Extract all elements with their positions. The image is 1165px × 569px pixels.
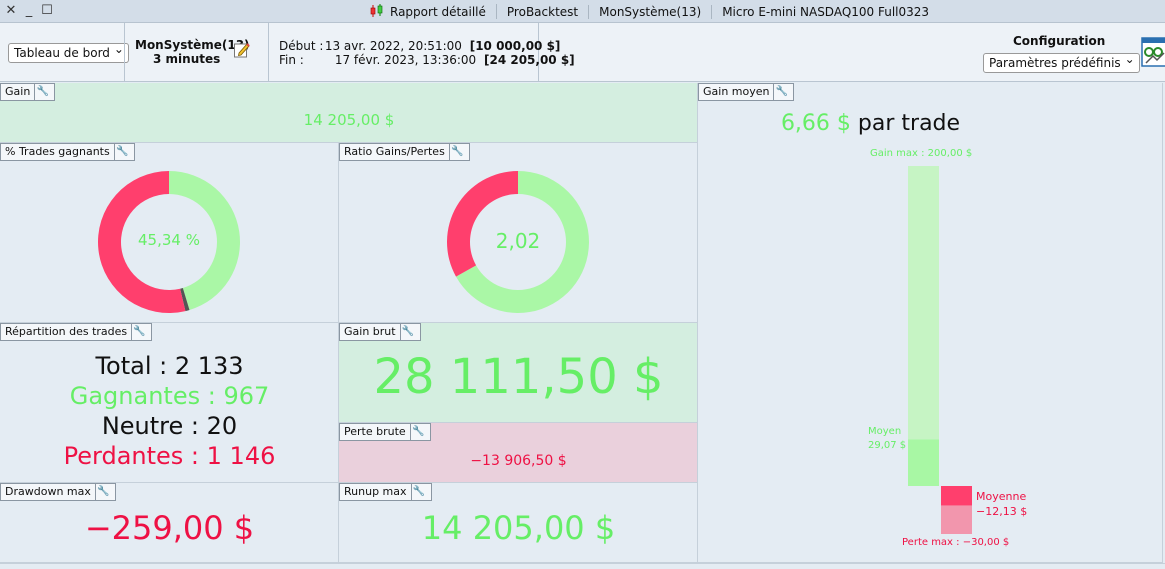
donut-slice-losses (447, 171, 518, 277)
runup-panel: Runup max 🔧 14 205,00 $ (339, 483, 698, 563)
pencil-icon[interactable] (233, 41, 251, 59)
drawdown-value: −259,00 $ (84, 509, 255, 547)
drawdown-tag: Drawdown max 🔧 (0, 483, 116, 501)
title-item-instrument: Micro E-mini NASDAQ100 Full0323 (722, 4, 930, 19)
wrench-icon[interactable]: 🔧 (113, 144, 130, 160)
runup-title: Runup max (344, 485, 407, 498)
max-gain-bar (908, 166, 939, 486)
avg-gain-panel: Gain moyen 🔧 6,66 $ par trade Gain max :… (698, 83, 1163, 563)
runup-value: 14 205,00 $ (421, 509, 616, 547)
ratio-tag: Ratio Gains/Pertes 🔧 (339, 143, 470, 161)
avg-loss-bar (941, 486, 972, 506)
wrench-icon[interactable]: 🔧 (410, 484, 427, 500)
gross-loss-title: Perte brute (344, 425, 406, 438)
distribution-tag: Répartition des trades 🔧 (0, 323, 153, 341)
avg-win-value: 29,07 $ (868, 440, 907, 451)
losing-trades: Perdantes : 1 146 (63, 442, 276, 470)
bottom-strip (0, 563, 1165, 569)
start-capital: [10 000,00 $] (469, 39, 561, 53)
win-pct-value: 45,34 % (138, 231, 200, 249)
gain-value: 14 205,00 $ (303, 111, 395, 129)
end-row: Fin : 17 févr. 2023, 13:36:00 [24 205,00… (279, 53, 575, 67)
window-controls: ✕ _ ☐ (4, 3, 54, 19)
end-date: 17 févr. 2023, 13:36:00 (334, 53, 477, 67)
system-info: MonSystème(13) 3 minutes (124, 23, 269, 81)
backtest-period: Début : 13 avr. 2022, 20:51:00 [10 000,0… (269, 23, 575, 81)
gross-loss-tag: Perte brute 🔧 (339, 423, 431, 441)
neutral-trades: Neutre : 20 (101, 412, 238, 440)
avg-win-label-group: Moyen 29,07 $ (868, 425, 906, 453)
start-date: 13 avr. 2022, 20:51:00 (324, 39, 462, 53)
chart-settings-icon[interactable] (1141, 36, 1165, 68)
drawdown-panel: Drawdown max 🔧 −259,00 $ (0, 483, 339, 563)
maximize-icon[interactable]: ☐ (40, 3, 54, 19)
win-pct-title: % Trades gagnants (5, 145, 110, 158)
wrench-icon[interactable]: 🔧 (131, 324, 147, 340)
avg-win-label: Moyen (868, 426, 902, 437)
title-item-report: Rapport détaillé (390, 5, 486, 19)
total-trades: Total : 2 133 (95, 352, 244, 380)
winning-trades: Gagnantes : 967 (69, 382, 270, 410)
gain-panel: Gain 🔧 14 205,00 $ (0, 83, 698, 143)
candlestick-icon (370, 4, 383, 17)
gross-gain-value: 28 111,50 $ (373, 349, 664, 405)
title-report: Rapport détaillé (360, 4, 497, 19)
config-select[interactable]: Paramètres prédéfinis (983, 52, 1140, 73)
ratio-panel: Ratio Gains/Pertes 🔧 2,02 (339, 143, 698, 323)
gross-loss-panel: Perte brute 🔧 −13 906,50 $ (339, 423, 698, 483)
wrench-icon[interactable]: 🔧 (399, 324, 416, 340)
title-bar: ✕ _ ☐ Rapport détaillé ProBacktest MonSy… (0, 0, 1165, 23)
win-pct-panel: % Trades gagnants 🔧 45,34 % (0, 143, 339, 323)
max-loss-label: Perte max : −30,00 $ (902, 537, 1010, 548)
avg-loss-label-group: Moyenne −12,13 $ (976, 489, 1027, 519)
avg-loss-label: Moyenne (976, 490, 1027, 503)
wrench-icon[interactable]: 🔧 (34, 84, 50, 100)
win-pct-tag: % Trades gagnants 🔧 (0, 143, 135, 161)
avg-gain-chart (908, 166, 972, 534)
distribution-title: Répartition des trades (5, 325, 128, 338)
view-select[interactable]: Tableau de bord (8, 42, 129, 63)
ratio-title: Ratio Gains/Pertes (344, 145, 445, 158)
wrench-icon[interactable]: 🔧 (94, 484, 111, 500)
title-breadcrumb: Rapport détaillé ProBacktest MonSystème(… (360, 0, 939, 23)
distribution-panel: Répartition des trades 🔧 Total : 2 133 G… (0, 323, 339, 483)
end-capital: [24 205,00 $] (483, 53, 575, 67)
runup-tag: Runup max 🔧 (339, 483, 432, 501)
start-row: Début : 13 avr. 2022, 20:51:00 [10 000,0… (279, 39, 560, 53)
gross-loss-value: −13 906,50 $ (470, 453, 567, 469)
toolbar: Tableau de bord MonSystème(13) 3 minutes… (0, 23, 1165, 82)
avg-loss-value: −12,13 $ (976, 505, 1028, 518)
title-item-probacktest: ProBacktest (497, 4, 590, 19)
gross-gain-title: Gain brut (344, 325, 396, 338)
gain-title: Gain (5, 85, 31, 98)
ratio-value: 2,02 (495, 229, 541, 253)
gross-gain-tag: Gain brut 🔧 (339, 323, 421, 341)
title-item-system: MonSystème(13) (589, 4, 713, 19)
wrench-icon[interactable]: 🔧 (448, 144, 465, 160)
start-label: Début : (279, 39, 324, 53)
minimize-icon[interactable]: _ (22, 3, 36, 19)
gain-tag: Gain 🔧 (0, 83, 56, 101)
config-title: Configuration (1013, 34, 1106, 48)
avg-win-bar (908, 439, 939, 486)
end-label: Fin : (279, 53, 304, 67)
wrench-icon[interactable]: 🔧 (409, 424, 426, 440)
timeframe: 3 minutes (153, 52, 221, 66)
close-icon[interactable]: ✕ (4, 3, 18, 19)
gross-gain-panel: Gain brut 🔧 28 111,50 $ (339, 323, 698, 423)
drawdown-title: Drawdown max (5, 485, 91, 498)
distribution-lines: Total : 2 133 Gagnantes : 967 Neutre : 2… (0, 351, 338, 471)
